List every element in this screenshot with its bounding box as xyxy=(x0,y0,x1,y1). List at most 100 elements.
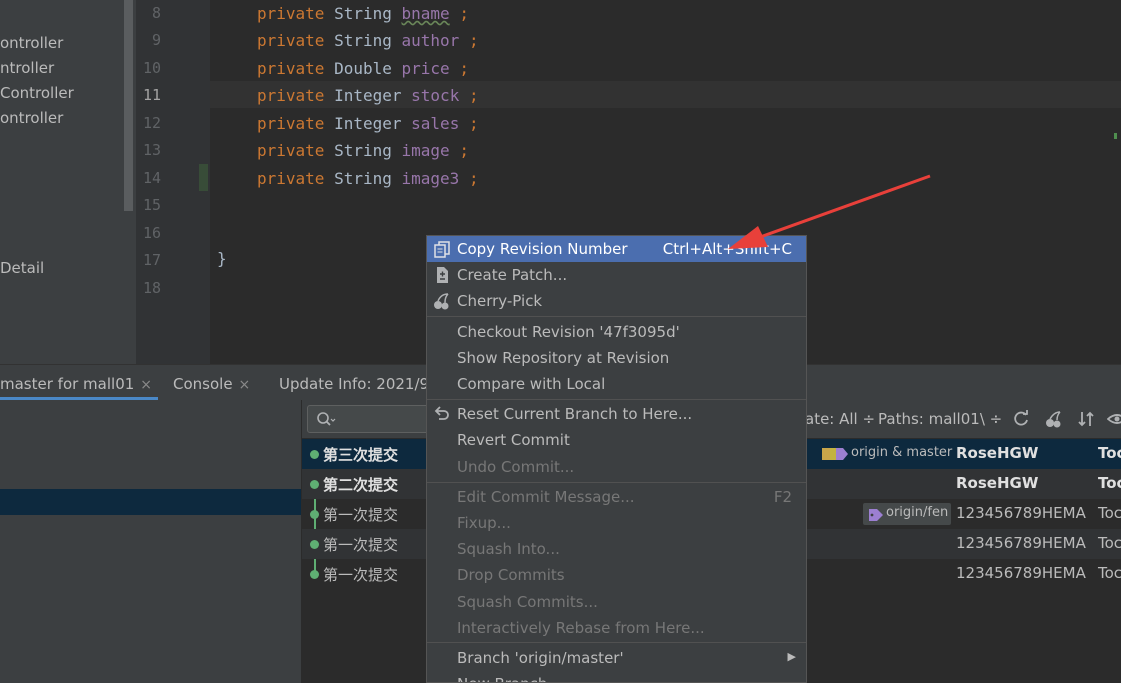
refresh-icon[interactable] xyxy=(1011,409,1031,429)
menu-undo-commit: Undo Commit... xyxy=(427,454,806,480)
menu-reset-branch[interactable]: Reset Current Branch to Here... xyxy=(427,401,806,427)
code-line: private Integer sales ; xyxy=(257,114,479,133)
keyword: private xyxy=(257,59,325,78)
line-number: 18 xyxy=(142,279,161,297)
line-number: 10 xyxy=(142,59,161,77)
paths-filter[interactable]: Paths: mall01\ ÷ xyxy=(878,410,1002,428)
line-number: 15 xyxy=(142,196,161,214)
field-name: price xyxy=(401,59,450,78)
closing-brace: } xyxy=(217,249,227,268)
menu-label: Revert Commit xyxy=(457,431,570,449)
selected-branch-row[interactable] xyxy=(0,489,301,515)
tab-git-log[interactable]: master for mall01 × xyxy=(0,365,152,400)
code-line: private String image3 ; xyxy=(257,169,479,188)
search-input[interactable] xyxy=(307,405,437,433)
menu-show-repository[interactable]: Show Repository at Revision xyxy=(427,345,806,371)
cherry-pick-icon xyxy=(434,293,449,310)
menu-copy-revision-number[interactable]: Copy Revision Number Ctrl+Alt+Shift+C xyxy=(427,236,806,262)
vcs-change-marker[interactable] xyxy=(199,164,208,191)
semicolon: ; xyxy=(468,86,479,105)
commit-author: RoseHGW xyxy=(956,444,1039,462)
semicolon: ; xyxy=(459,141,469,160)
code-line: private Double price ; xyxy=(257,59,469,78)
submenu-arrow-icon: ▶ xyxy=(787,650,796,663)
tab-update-info[interactable]: Update Info: 2021/9/ xyxy=(279,365,434,400)
type: String xyxy=(334,4,392,23)
branches-pane xyxy=(0,400,302,683)
eye-icon[interactable] xyxy=(1107,409,1121,429)
keyword: private xyxy=(257,4,325,23)
commit-date: Toc xyxy=(1098,534,1121,552)
menu-branch-origin-master[interactable]: Branch 'origin/master' ▶ xyxy=(427,645,806,671)
menu-label: Create Patch... xyxy=(457,266,568,284)
menu-compare-with-local[interactable]: Compare with Local xyxy=(427,371,806,397)
menu-new-branch[interactable]: New Branch... xyxy=(427,671,806,682)
patch-icon xyxy=(437,267,448,283)
menu-label: New Branch... xyxy=(457,675,562,682)
tree-item[interactable]: Controller xyxy=(0,84,74,102)
line-number: 9 xyxy=(151,31,161,49)
line-number: 16 xyxy=(142,224,161,242)
tab-update-info-label: Update Info: 2021/9/ xyxy=(279,375,435,393)
commit-message: 第三次提交 xyxy=(323,446,399,464)
keyword: private xyxy=(257,114,325,133)
graph-node xyxy=(310,540,319,549)
menu-edit-commit-message: Edit Commit Message... F2 xyxy=(427,484,806,510)
commit-date: Toc xyxy=(1098,474,1121,492)
tab-git-log-label: master for mall01 xyxy=(0,375,135,393)
menu-label: Interactively Rebase from Here... xyxy=(457,619,705,637)
menu-label: Squash Commits... xyxy=(457,593,598,611)
type: Integer xyxy=(334,114,402,133)
tree-item[interactable]: ontroller xyxy=(0,34,63,52)
keyword: private xyxy=(257,31,325,50)
menu-shortcut: F2 xyxy=(773,488,792,506)
line-number: 8 xyxy=(151,4,161,22)
field-name: bname xyxy=(401,4,450,23)
commit-author: RoseHGW xyxy=(956,474,1039,492)
semicolon: ; xyxy=(459,4,469,23)
sort-icon[interactable] xyxy=(1076,409,1096,429)
tree-item[interactable]: Detail xyxy=(0,259,44,277)
field-name: author xyxy=(401,31,460,50)
menu-label: Undo Commit... xyxy=(457,458,575,476)
menu-shortcut: Ctrl+Alt+Shift+C xyxy=(662,240,792,258)
editor-error-stripe[interactable] xyxy=(1114,133,1117,139)
search-icon xyxy=(317,412,336,426)
close-icon[interactable]: × xyxy=(140,377,152,393)
date-filter[interactable]: ate: All ÷ xyxy=(805,410,875,428)
menu-label: Fixup... xyxy=(457,514,511,532)
code-line: private Integer stock ; xyxy=(257,86,479,105)
semicolon: ; xyxy=(468,114,479,133)
tab-console[interactable]: Console × xyxy=(173,365,250,400)
menu-squash-commits: Squash Commits... xyxy=(427,589,806,615)
graph-node xyxy=(310,480,319,489)
menu-create-patch[interactable]: Create Patch... xyxy=(427,262,806,288)
line-number: 14 xyxy=(142,169,161,187)
menu-fixup: Fixup... xyxy=(427,510,806,536)
menu-label: Branch 'origin/master' xyxy=(457,649,624,667)
menu-checkout-revision[interactable]: Checkout Revision '47f3095d' xyxy=(427,319,806,345)
semicolon: ; xyxy=(459,59,469,78)
menu-interactive-rebase: Interactively Rebase from Here... xyxy=(427,615,806,641)
copy-icon xyxy=(434,241,450,258)
menu-revert-commit[interactable]: Revert Commit xyxy=(427,427,806,453)
code-line: private String image ; xyxy=(257,141,469,160)
type: String xyxy=(334,169,392,188)
menu-squash-into: Squash Into... xyxy=(427,536,806,562)
semicolon: ; xyxy=(468,31,479,50)
close-icon[interactable]: × xyxy=(239,377,251,393)
cherry-pick-icon[interactable] xyxy=(1044,409,1064,429)
tree-scrollbar[interactable] xyxy=(124,0,133,211)
menu-cherry-pick[interactable]: Cherry-Pick xyxy=(427,288,806,314)
tree-item[interactable]: ontroller xyxy=(0,109,63,127)
tree-item[interactable]: ntroller xyxy=(0,59,54,77)
commit-date: Toc xyxy=(1098,444,1121,462)
menu-separator xyxy=(427,482,806,483)
menu-label: Compare with Local xyxy=(457,375,606,393)
field-name: image3 xyxy=(401,169,460,188)
commit-message: 第一次提交 xyxy=(323,566,399,584)
line-number: 17 xyxy=(142,251,161,269)
keyword: private xyxy=(257,169,325,188)
graph-node xyxy=(310,510,319,519)
commit-date: Toc xyxy=(1098,504,1121,522)
